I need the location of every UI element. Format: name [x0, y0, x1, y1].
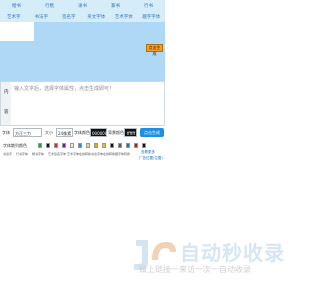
text-input-area[interactable]: 内 容 输入文字后，选择字体属性，点击生成即可！	[0, 81, 165, 126]
color-swatch[interactable]	[86, 143, 90, 148]
font-color-label: 字体颜色	[74, 130, 90, 135]
color-swatch[interactable]	[142, 143, 146, 148]
style-link[interactable]: 字体转换	[118, 152, 130, 156]
color-swatch[interactable]	[94, 143, 98, 148]
nav-item[interactable]: 篆书	[99, 3, 132, 9]
color-swatch[interactable]	[102, 143, 106, 148]
side-label-bottom: 容	[4, 110, 9, 115]
color-swatch[interactable]	[134, 143, 138, 148]
color-swatch[interactable]	[126, 143, 130, 148]
style-link[interactable]: 行书字体	[16, 152, 28, 156]
color-swatch[interactable]	[46, 143, 50, 148]
palette-label: 字体散列颜色	[3, 143, 27, 148]
style-link[interactable]: 书法字体在线转换器	[91, 152, 118, 156]
nav-item[interactable]: 书法字	[28, 14, 56, 20]
size-label: 大小	[45, 130, 53, 135]
nav-item[interactable]: 艺术字	[0, 14, 28, 20]
size-select[interactable]: 24像素	[56, 128, 73, 137]
color-swatch[interactable]	[78, 143, 82, 148]
more-ad-link[interactable]: 广告位置(位置)	[139, 156, 163, 161]
nav-item[interactable]: 趣字字体	[138, 14, 166, 20]
color-swatch[interactable]	[70, 143, 74, 148]
nav-item[interactable]: 行书	[132, 3, 165, 9]
font-label: 字体	[2, 130, 10, 135]
bg-color-input[interactable]: ffffff	[124, 128, 137, 137]
nav-item[interactable]: 艺术字体	[110, 14, 138, 20]
color-swatch[interactable]	[38, 143, 42, 148]
style-link[interactable]: 艺术签名字体	[48, 152, 66, 156]
generate-button[interactable]: 点击生成	[140, 128, 164, 137]
style-link[interactable]: 艺术字体在线转换	[67, 152, 91, 156]
watermark: 自动秒收录 做上链接一来访一次一自动收录	[130, 236, 284, 276]
watermark-subtitle: 做上链接一来访一次一自动收录	[139, 265, 251, 274]
side-label-top: 内	[4, 90, 9, 95]
style-link[interactable]: 书法字	[3, 152, 12, 156]
more-link[interactable]: 查看更多	[141, 150, 155, 155]
nav-item[interactable]: 隶书	[66, 3, 99, 9]
content-side-label: 内 容	[1, 82, 11, 125]
font-select[interactable]: 方正三力	[13, 128, 42, 137]
color-swatch[interactable]	[118, 143, 122, 148]
nav-item[interactable]: 英文字体	[83, 14, 111, 20]
banner-generate-button[interactable]: 点击生成	[146, 44, 163, 56]
watermark-title: 自动秒收录	[180, 241, 285, 265]
nav-item[interactable]: 行楷	[33, 3, 66, 9]
color-swatch[interactable]	[62, 143, 66, 148]
color-swatch[interactable]	[54, 143, 58, 148]
bg-color-label: 背景颜色	[108, 130, 124, 135]
font-nav: 楷书 行楷 隶书 篆书 行书 艺术字 书法字 签名字 英文字体 艺术字体 趣字字…	[0, 0, 165, 22]
color-swatch[interactable]	[110, 143, 114, 148]
font-controls: 字体 方正三力 大小 24像素 字体颜色 000000 背景颜色 ffffff …	[0, 127, 165, 138]
text-input-placeholder[interactable]: 输入文字后，选择字体属性，点击生成即可！	[14, 85, 114, 92]
font-color-input[interactable]: 000000	[90, 128, 107, 137]
nav-item[interactable]: 签名字	[55, 14, 83, 20]
preview-thumbnail	[0, 22, 34, 41]
nav-item[interactable]: 楷书	[0, 3, 33, 9]
style-link[interactable]: 楷书字体	[32, 152, 44, 156]
